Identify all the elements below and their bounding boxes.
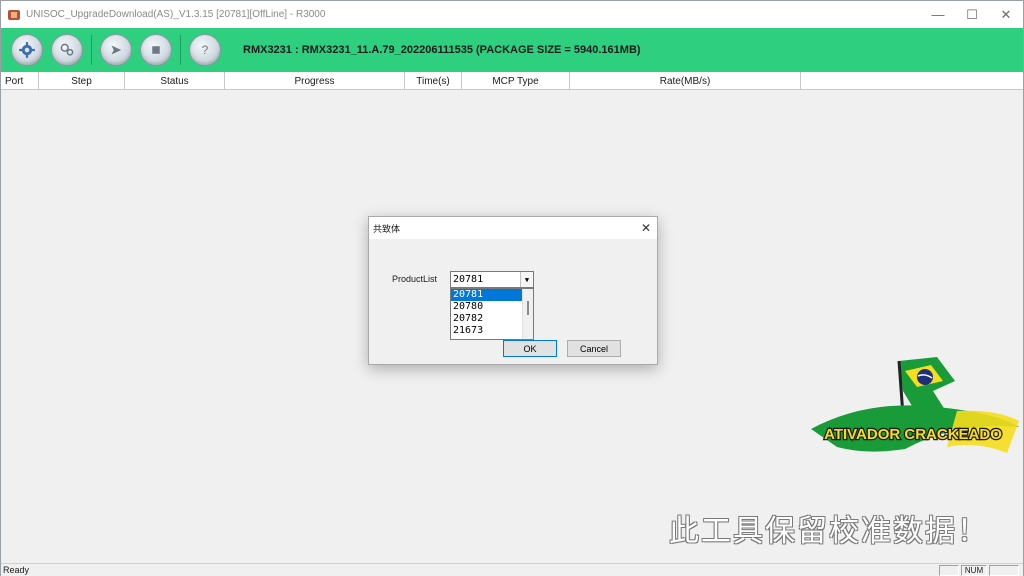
package-info: RMX3231 : RMX3231_11.A.79_202206111535 (…	[243, 44, 641, 56]
start-download-button[interactable]	[100, 34, 132, 66]
toolbar-separator	[180, 35, 181, 65]
dropdown-option[interactable]: 20780	[451, 301, 523, 313]
column-rate[interactable]: Rate(MB/s)	[570, 72, 801, 90]
column-port[interactable]: Port	[1, 72, 39, 90]
column-time[interactable]: Time(s)	[405, 72, 462, 90]
dropdown-option[interactable]: 21673	[451, 325, 523, 337]
ativador-crackeado-logo: ATIVADOR CRACKEADO	[811, 357, 1019, 453]
combobox-value: 20781	[453, 274, 484, 285]
toolbar-separator	[91, 35, 92, 65]
title-bar: UNISOC_UpgradeDownload(AS)_V1.3.15 [2078…	[1, 1, 1023, 28]
toolbar: ? RMX3231 : RMX3231_11.A.79_202206111535…	[1, 28, 1023, 72]
column-status[interactable]: Status	[125, 72, 225, 90]
app-icon	[8, 9, 20, 20]
status-panel-empty	[989, 565, 1019, 576]
column-step[interactable]: Step	[39, 72, 125, 90]
calibration-notice: 此工具保留校准数据！	[669, 514, 989, 549]
load-settings-button[interactable]	[51, 34, 83, 66]
num-lock-indicator: NUM	[961, 565, 987, 576]
help-button[interactable]: ?	[189, 34, 221, 66]
maximize-button[interactable]: ☐	[955, 1, 989, 28]
dialog-close-button[interactable]: ✕	[641, 221, 651, 235]
settings-gear-button[interactable]	[11, 34, 43, 66]
ok-button[interactable]: OK	[503, 340, 557, 357]
dropdown-option[interactable]: 20782	[451, 313, 523, 325]
question-mark-icon: ?	[202, 43, 209, 57]
window-controls: — ☐ ✕	[921, 1, 1023, 28]
dialog-title: 共致体	[373, 223, 401, 234]
scrollbar-thumb[interactable]	[527, 301, 529, 315]
stop-icon	[152, 46, 160, 54]
logo-text: ATIVADOR CRACKEADO	[824, 426, 1002, 443]
dialog-title-bar: 共致体 ✕	[369, 217, 657, 239]
port-table-header: Port Step Status Progress Time(s) MCP Ty…	[1, 72, 1023, 90]
column-mcp-type[interactable]: MCP Type	[462, 72, 570, 90]
dropdown-arrow-icon[interactable]: ▼	[520, 272, 533, 287]
svg-text:?: ?	[202, 43, 209, 57]
gear-icon	[19, 42, 35, 58]
dropdown-option[interactable]: 20781	[451, 289, 523, 301]
product-list-combobox[interactable]: 20781 ▼	[450, 271, 534, 288]
close-button[interactable]: ✕	[989, 1, 1023, 28]
minimize-button[interactable]: —	[921, 1, 955, 28]
column-progress[interactable]: Progress	[225, 72, 405, 90]
stop-button[interactable]	[140, 34, 172, 66]
status-panel-empty	[939, 565, 959, 576]
product-list-label: ProductList	[392, 274, 438, 284]
product-dropdown-list: 20781 20780 20782 21673	[450, 288, 534, 340]
dropdown-scrollbar[interactable]	[522, 289, 533, 339]
status-bar: Ready NUM	[1, 563, 1023, 576]
gears-icon	[60, 43, 74, 56]
app-window: UNISOC_UpgradeDownload(AS)_V1.3.15 [2078…	[0, 0, 1024, 576]
status-text: Ready	[3, 565, 30, 575]
play-arrow-icon	[111, 45, 122, 55]
window-title: UNISOC_UpgradeDownload(AS)_V1.3.15 [2078…	[26, 9, 326, 20]
product-list-dialog: 共致体 ✕ ProductList 20781 ▼ 20781 20780 20…	[368, 216, 658, 365]
flag-shape	[899, 357, 955, 413]
cancel-button[interactable]: Cancel	[567, 340, 621, 357]
